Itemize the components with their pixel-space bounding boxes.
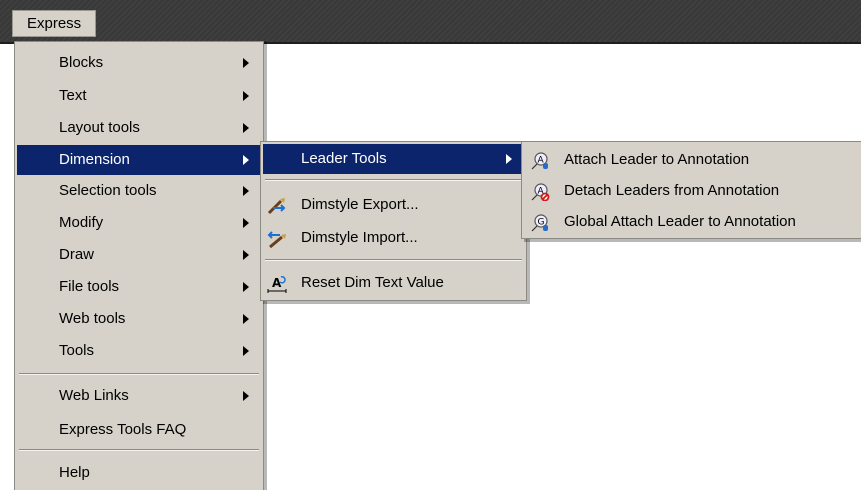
menu-item-label: Blocks xyxy=(59,54,104,71)
attach-leader-icon: A xyxy=(530,151,550,170)
menu-item-web-links[interactable]: Web Links xyxy=(17,381,261,411)
menu-item-leader-tools[interactable]: Leader Tools xyxy=(263,144,524,174)
submenu-arrow-icon xyxy=(243,314,249,324)
submenu-arrow-icon xyxy=(243,123,249,133)
menu-item-label: Web tools xyxy=(59,310,126,327)
menu-item-label: Help xyxy=(59,464,90,481)
menu-item-text[interactable]: Text xyxy=(17,81,261,111)
menu-item-selection-tools[interactable]: Selection tools xyxy=(17,176,261,206)
menu-item-label: Tools xyxy=(59,342,95,359)
submenu-arrow-icon xyxy=(243,186,249,196)
menu-item-label: Attach Leader to Annotation xyxy=(564,151,750,168)
menu-item-file-tools[interactable]: File tools xyxy=(17,272,261,302)
menu-item-label: Dimstyle Export... xyxy=(301,196,419,213)
leader-tools-submenu: A Attach Leader to Annotation A Detach L… xyxy=(521,141,861,239)
menu-item-label: Modify xyxy=(59,214,104,231)
submenu-arrow-icon xyxy=(243,346,249,356)
menu-bar: Express xyxy=(0,0,861,44)
menu-item-faq[interactable]: Express Tools FAQ xyxy=(17,415,261,445)
global-attach-leader-icon: G xyxy=(530,213,550,232)
menu-item-label: Dimension xyxy=(59,151,130,168)
menu-item-label: Text xyxy=(59,87,87,104)
menu-item-layout-tools[interactable]: Layout tools xyxy=(17,113,261,143)
menu-item-label: Reset Dim Text Value xyxy=(301,274,444,291)
menu-item-label: File tools xyxy=(59,278,120,295)
menu-item-detach-leaders[interactable]: A Detach Leaders from Annotation xyxy=(524,176,859,206)
menu-separator xyxy=(265,179,522,181)
menu-item-label: Global Attach Leader to Annotation xyxy=(564,213,796,230)
dimension-submenu: Leader Tools Dimstyle Export... Dimstyle… xyxy=(260,141,527,301)
menu-item-web-tools[interactable]: Web tools xyxy=(17,304,261,334)
submenu-arrow-icon xyxy=(506,154,512,164)
menu-item-label: Layout tools xyxy=(59,119,140,136)
menu-item-label: Leader Tools xyxy=(301,150,387,167)
menu-item-label: Dimstyle Import... xyxy=(301,229,418,246)
submenu-arrow-icon xyxy=(243,250,249,260)
menu-item-blocks[interactable]: Blocks xyxy=(17,48,261,78)
menu-item-dimension[interactable]: Dimension xyxy=(17,145,261,175)
reset-dim-text-icon: A xyxy=(267,274,287,293)
menubar-express[interactable]: Express xyxy=(12,10,97,37)
menu-item-label: Draw xyxy=(59,246,95,263)
menu-item-global-attach-leader[interactable]: G Global Attach Leader to Annotation xyxy=(524,207,859,237)
detach-leader-icon: A xyxy=(530,182,550,202)
menu-separator xyxy=(19,449,259,451)
express-menu: Blocks Text Layout tools Dimension Selec… xyxy=(14,41,264,490)
menu-item-draw[interactable]: Draw xyxy=(17,240,261,270)
submenu-arrow-icon xyxy=(243,155,249,165)
menu-item-dimstyle-export[interactable]: Dimstyle Export... xyxy=(263,190,524,220)
menu-item-label: Selection tools xyxy=(59,182,157,199)
submenu-arrow-icon xyxy=(243,218,249,228)
dimstyle-export-icon xyxy=(267,196,287,215)
menu-item-label: Web Links xyxy=(59,387,129,404)
menu-item-tools[interactable]: Tools xyxy=(17,336,261,366)
submenu-arrow-icon xyxy=(243,391,249,401)
dimstyle-import-icon xyxy=(267,229,287,249)
menu-item-attach-leader[interactable]: A Attach Leader to Annotation xyxy=(524,145,859,175)
menu-item-help[interactable]: Help xyxy=(17,458,261,488)
submenu-arrow-icon xyxy=(243,282,249,292)
menu-item-reset-dim-text[interactable]: A Reset Dim Text Value xyxy=(263,268,524,298)
menu-item-dimstyle-import[interactable]: Dimstyle Import... xyxy=(263,223,524,253)
menu-separator xyxy=(265,259,522,261)
menu-separator xyxy=(19,373,259,375)
menu-item-label: Detach Leaders from Annotation xyxy=(564,182,780,199)
submenu-arrow-icon xyxy=(243,58,249,68)
menu-item-label: Express Tools FAQ xyxy=(59,421,187,438)
menu-item-modify[interactable]: Modify xyxy=(17,208,261,238)
submenu-arrow-icon xyxy=(243,91,249,101)
